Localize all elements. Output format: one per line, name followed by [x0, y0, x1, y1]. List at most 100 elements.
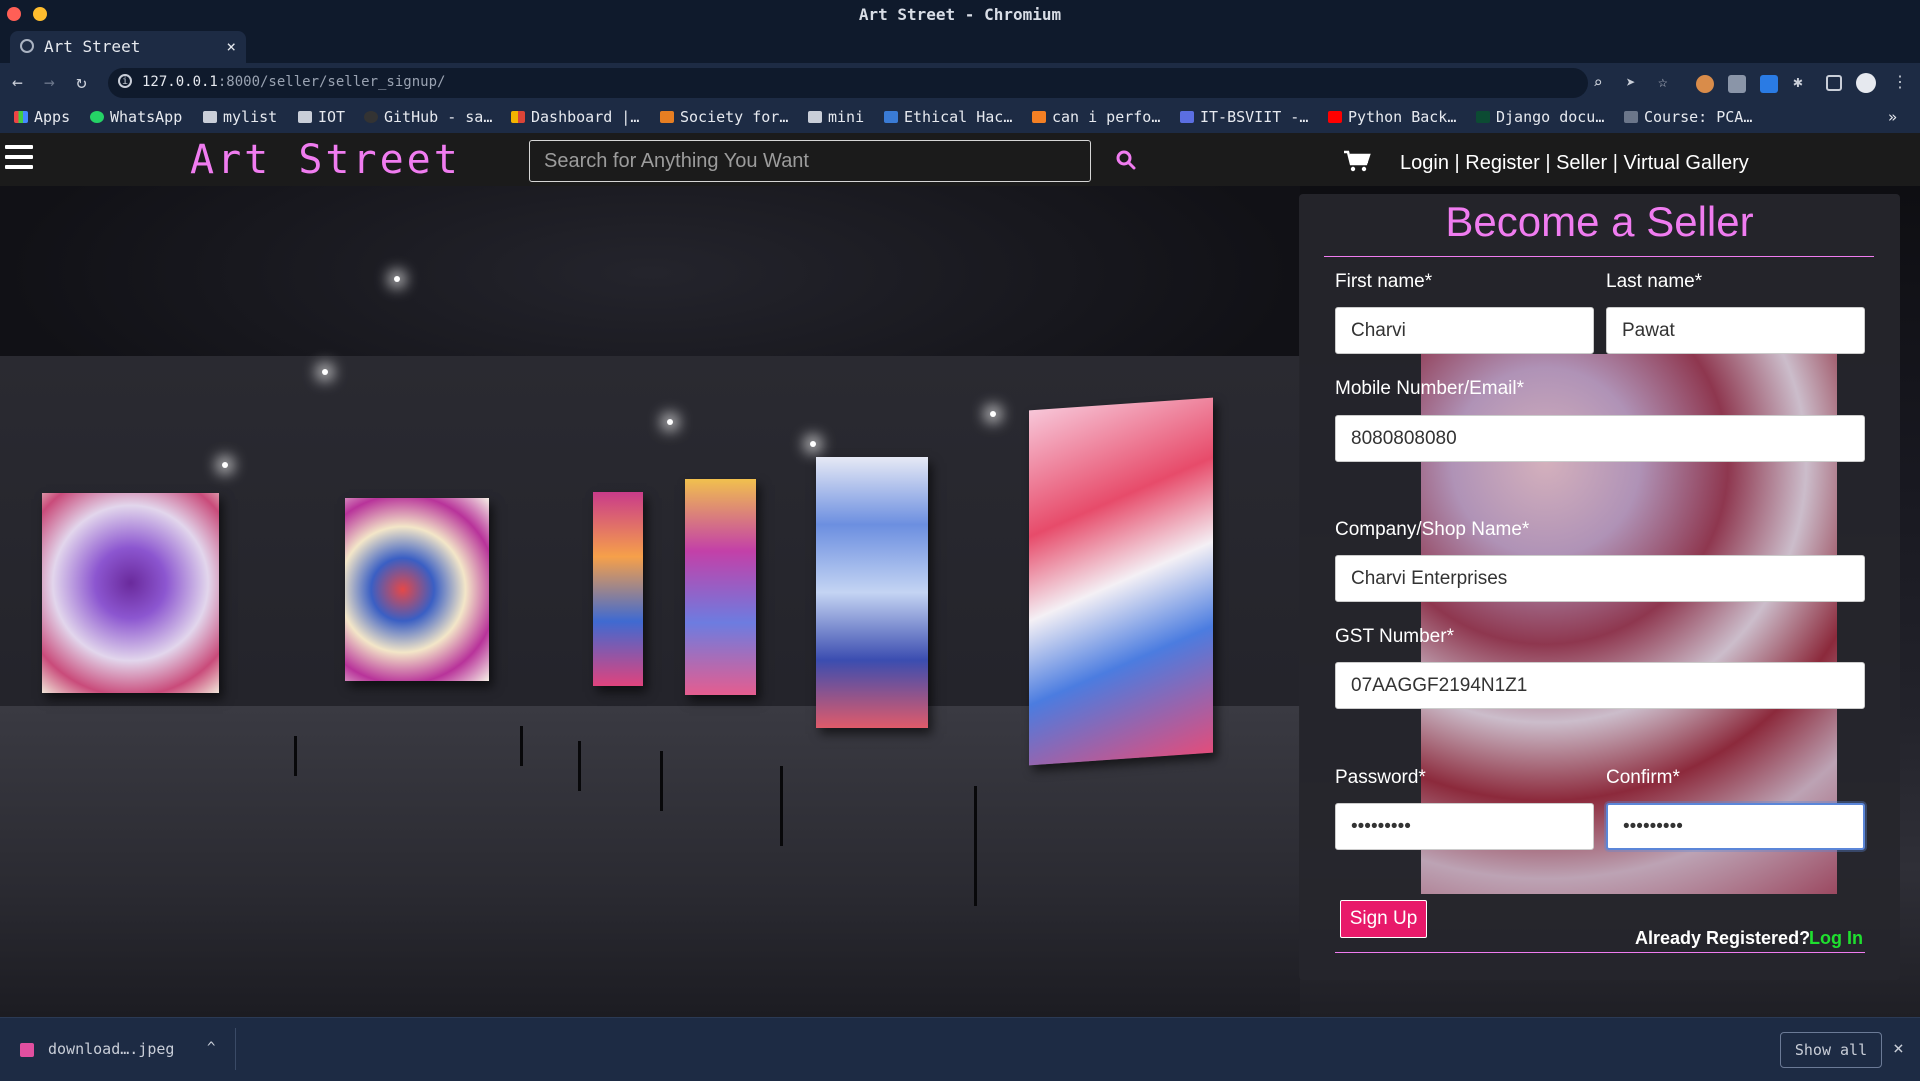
url-text[interactable]: 127.0.0.1:8000/seller/seller_signup/ [142, 74, 445, 90]
send-icon[interactable]: ➤ [1626, 73, 1636, 92]
tab-label: Art Street [44, 37, 141, 56]
nav-register-link[interactable]: Register [1465, 152, 1539, 174]
gst-number-label: GST Number* [1335, 626, 1454, 647]
stanchion-post [520, 726, 523, 766]
show-all-button[interactable]: Show all [1780, 1032, 1882, 1068]
company-name-field[interactable] [1335, 555, 1865, 602]
extension-icon[interactable] [1696, 75, 1714, 93]
zoom-icon[interactable]: ⌕ [1593, 73, 1603, 92]
whatsapp-icon [90, 111, 104, 123]
cart-icon[interactable] [1343, 150, 1371, 172]
bookmark-label: Dashboard |… [531, 108, 640, 126]
globe-icon [20, 39, 34, 53]
download-shelf: download….jpeg ^ Show all × [0, 1017, 1920, 1081]
bookmark-mylist[interactable]: mylist [203, 108, 277, 126]
bookmark-label: Course: PCA… [1644, 108, 1753, 126]
info-icon[interactable]: i [118, 74, 132, 88]
ceiling-light [667, 419, 673, 425]
address-bar[interactable]: i 127.0.0.1:8000/seller/seller_signup/ ⌕… [108, 68, 1668, 98]
reload-icon[interactable]: ↻ [76, 72, 87, 93]
bookmark-label: Society for… [680, 108, 789, 126]
bookmark-mini[interactable]: mini [808, 108, 864, 126]
bookmark-label: Django docu… [1496, 108, 1605, 126]
artwork-painting [685, 479, 756, 695]
bookmark-label: IOT [318, 108, 346, 126]
bookmark-society[interactable]: Society for… [660, 108, 788, 126]
image-file-icon [20, 1043, 34, 1057]
nav-separator: | [1454, 152, 1460, 174]
puzzle-icon[interactable]: ✱ [1793, 72, 1803, 91]
site-header: Art Street Login | Register | Seller | V… [0, 133, 1920, 186]
stanchion-post [780, 766, 783, 846]
nav-virtual-gallery-link[interactable]: Virtual Gallery [1624, 152, 1749, 174]
bookmark-apps[interactable]: Apps [14, 108, 70, 126]
dashboard-icon [511, 111, 525, 123]
bookmark-label: WhatsApp [110, 108, 183, 126]
artwork-painting [593, 492, 643, 686]
browser-toolbar: ← → ↻ i 127.0.0.1:8000/seller/seller_sig… [0, 63, 1920, 103]
bookmark-github[interactable]: GitHub - sa… [364, 108, 492, 126]
last-name-field[interactable] [1606, 307, 1865, 354]
bookmark-label: mylist [223, 108, 278, 126]
search-input[interactable] [529, 140, 1091, 182]
artwork-painting [345, 498, 489, 681]
mobile-email-field[interactable] [1335, 415, 1865, 462]
password-field[interactable] [1335, 803, 1594, 850]
bookmark-whatsapp[interactable]: WhatsApp [90, 108, 182, 126]
tab-close-button[interactable]: × [226, 37, 236, 56]
title-divider [1324, 256, 1874, 257]
bookmark-star-icon[interactable]: ☆ [1658, 72, 1668, 91]
first-name-field[interactable] [1335, 307, 1594, 354]
bookmark-python-backend[interactable]: Python Back… [1328, 108, 1456, 126]
extension-icon[interactable] [1760, 75, 1778, 93]
folder-icon [298, 111, 312, 123]
extension-icon[interactable] [1728, 75, 1746, 93]
sign-up-button[interactable]: Sign Up [1340, 900, 1427, 938]
chevron-up-icon[interactable]: ^ [207, 1040, 215, 1056]
window-titlebar: Art Street - Chromium [0, 0, 1920, 29]
bookmark-it-bsviit[interactable]: IT-BSVIIT -… [1180, 108, 1308, 126]
bookmark-iot[interactable]: IOT [298, 108, 345, 126]
bookmark-django-docs[interactable]: Django docu… [1476, 108, 1604, 126]
bookmark-dashboard[interactable]: Dashboard |… [511, 108, 639, 126]
back-arrow-icon[interactable]: ← [12, 72, 23, 93]
close-download-shelf-button[interactable]: × [1893, 1038, 1904, 1059]
stanchion-post [294, 736, 297, 776]
bookmark-ethical-hacking[interactable]: Ethical Hac… [884, 108, 1012, 126]
forward-arrow-icon[interactable]: → [44, 72, 55, 93]
bookmark-can-i-perform[interactable]: can i perfo… [1032, 108, 1160, 126]
ceiling-light [222, 462, 228, 468]
artwork-painting [816, 457, 928, 728]
password-label: Password* [1335, 767, 1426, 788]
stanchion-post [974, 786, 977, 906]
bookmark-label: Ethical Hac… [904, 108, 1013, 126]
search-icon[interactable] [1116, 150, 1136, 170]
bookmarks-more-button[interactable]: » [1888, 108, 1897, 126]
nav-login-link[interactable]: Login [1400, 152, 1449, 174]
menu-dots-icon[interactable]: ⋮ [1892, 72, 1908, 91]
site-logo[interactable]: Art Street [190, 137, 461, 183]
stackoverflow-icon [1032, 111, 1046, 123]
youtube-icon [1328, 111, 1342, 123]
download-item[interactable]: download….jpeg [48, 1040, 174, 1058]
bookmark-label: Apps [34, 108, 71, 126]
bookmarks-bar: Apps WhatsApp mylist IOT GitHub - sa… Da… [0, 103, 1920, 133]
nav-separator: | [1612, 152, 1618, 174]
ceiling-light [394, 276, 400, 282]
apps-grid-icon [14, 111, 28, 123]
tab-art-street[interactable]: Art Street × [10, 31, 246, 63]
gst-number-field[interactable] [1335, 662, 1865, 709]
nav-seller-link[interactable]: Seller [1556, 152, 1607, 174]
last-name-label: Last name* [1606, 271, 1703, 292]
bookmark-course-pca[interactable]: Course: PCA… [1624, 108, 1752, 126]
artwork-painting [1029, 397, 1213, 766]
side-panel-icon[interactable] [1826, 75, 1842, 91]
confirm-password-field[interactable] [1606, 803, 1865, 850]
hamburger-menu-icon[interactable] [5, 145, 33, 175]
log-in-link[interactable]: Log In [1809, 928, 1863, 949]
company-name-label: Company/Shop Name* [1335, 519, 1530, 540]
profile-avatar-icon[interactable] [1856, 73, 1876, 93]
ceiling-light [322, 369, 328, 375]
ceiling-light [810, 441, 816, 447]
already-registered-text: Already Registered? [1635, 928, 1811, 948]
